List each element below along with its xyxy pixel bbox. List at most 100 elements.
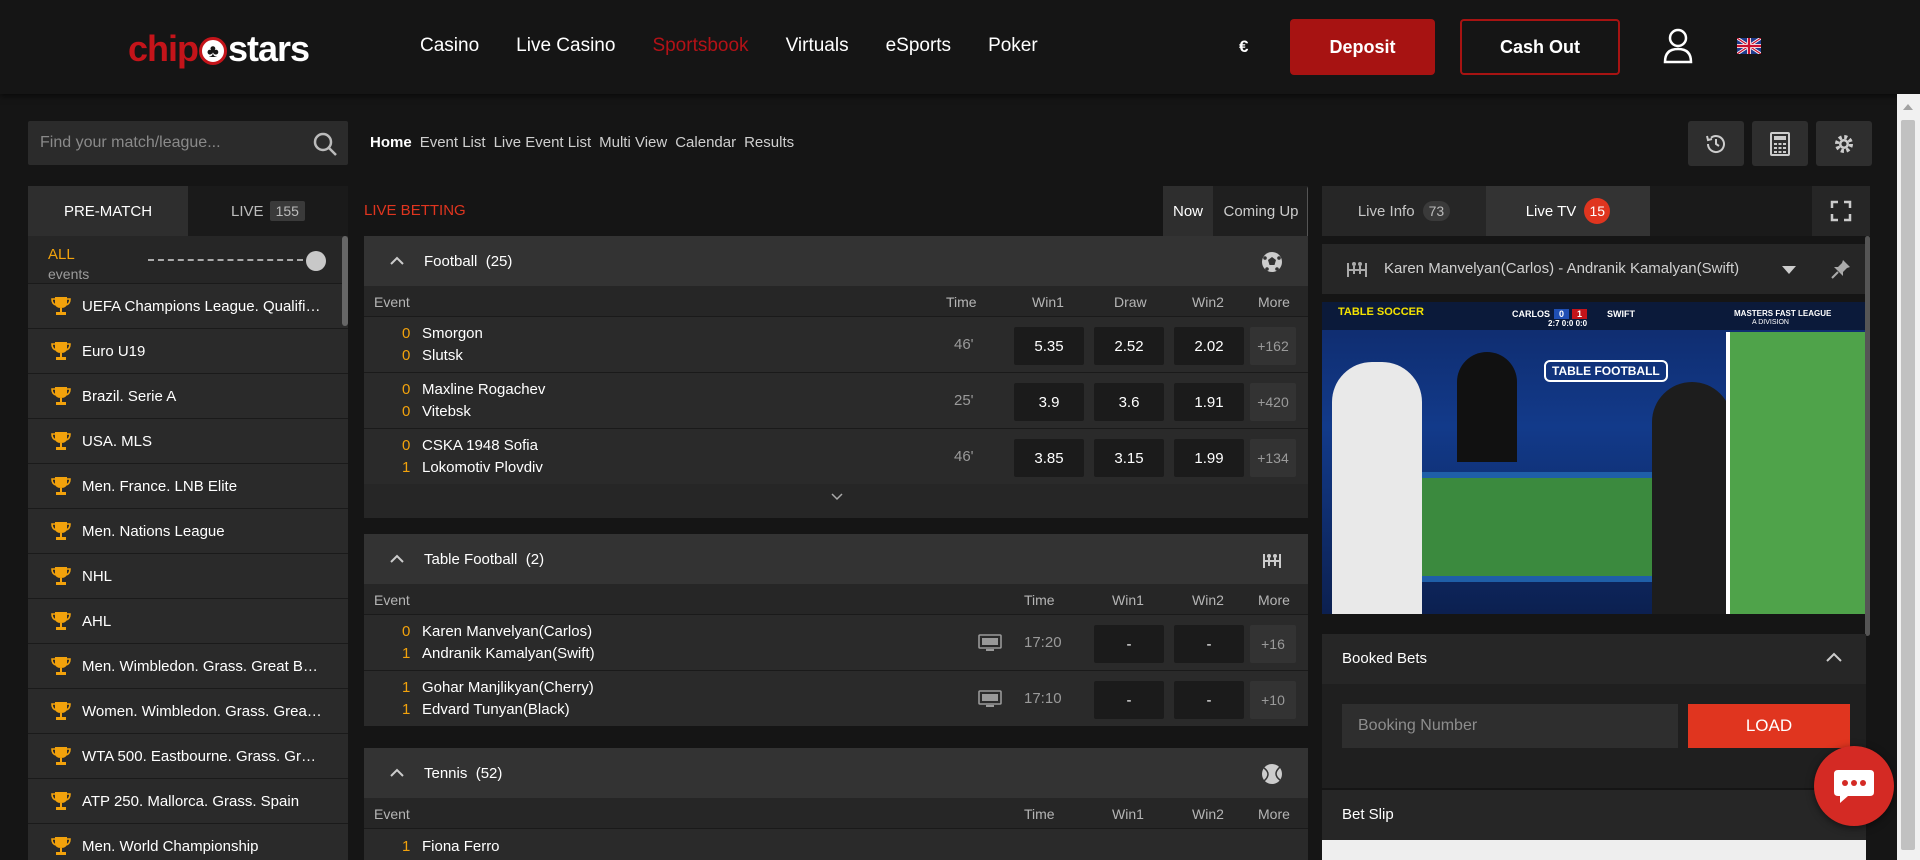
tab-live-info[interactable]: Live Info 73: [1322, 186, 1486, 236]
team-away[interactable]: Vitebsk: [422, 403, 471, 420]
table-row[interactable]: 1 Gohar Manjlikyan(Cherry) 1 Edvard Tunyan(…: [364, 670, 1308, 726]
subnav-live-event-list[interactable]: Live Event List: [494, 134, 592, 151]
search-input[interactable]: [28, 121, 298, 165]
more-markets-button[interactable]: +16: [1250, 625, 1296, 663]
bet-slip-header[interactable]: Bet Slip: [1322, 790, 1866, 840]
table-row[interactable]: 0 CSKA 1948 Sofia 1 Lokomotiv Plovdiv 46' 3.8…: [364, 428, 1308, 484]
nav-virtuals[interactable]: Virtuals: [786, 35, 849, 57]
scroll-up-arrow-icon[interactable]: [1903, 104, 1913, 110]
history-button[interactable]: [1688, 121, 1744, 166]
chipstars-logo[interactable]: chip stars: [128, 28, 310, 70]
table-row[interactable]: 0 Karen Manvelyan(Carlos) 1 Andranik Kamaly…: [364, 614, 1308, 670]
pin-icon[interactable]: [1830, 258, 1852, 280]
subnav-event-list[interactable]: Event List: [420, 134, 486, 151]
league-item[interactable]: Men. Nations League: [28, 509, 348, 554]
odd-win1-button[interactable]: -: [1094, 681, 1164, 719]
odd-draw-button[interactable]: 3.15: [1094, 439, 1164, 477]
more-markets-button[interactable]: +420: [1250, 383, 1296, 421]
league-item[interactable]: NHL: [28, 554, 348, 599]
tab-now[interactable]: Now: [1163, 186, 1213, 236]
subnav-results[interactable]: Results: [744, 134, 794, 151]
settings-button[interactable]: [1816, 121, 1872, 166]
league-item[interactable]: AHL: [28, 599, 348, 644]
sidebar-scrollbar[interactable]: [342, 236, 348, 326]
page-scroll-thumb[interactable]: [1901, 120, 1915, 850]
league-item[interactable]: Euro U19: [28, 329, 348, 374]
tab-live[interactable]: LIVE 155: [188, 186, 348, 236]
search-icon[interactable]: [312, 131, 338, 157]
subnav-calendar[interactable]: Calendar: [675, 134, 736, 151]
chevron-up-icon[interactable]: [390, 766, 404, 780]
odd-win2-button[interactable]: -: [1174, 625, 1244, 663]
more-markets-button[interactable]: +162: [1250, 327, 1296, 365]
tab-pre-match[interactable]: PRE-MATCH: [28, 186, 188, 236]
booked-bets-header[interactable]: Booked Bets: [1322, 634, 1866, 684]
table-row[interactable]: 1 Fiona Ferro: [364, 828, 1308, 860]
chat-button[interactable]: [1814, 746, 1894, 826]
tab-live-tv[interactable]: Live TV 15: [1486, 186, 1650, 236]
team-home[interactable]: CSKA 1948 Sofia: [422, 437, 538, 454]
currency-selector[interactable]: €: [1239, 37, 1248, 57]
team-home[interactable]: Smorgon: [422, 325, 483, 342]
odd-win1-button[interactable]: 3.9: [1014, 383, 1084, 421]
live-video-stream[interactable]: TABLE SOCCER CARLOS 0 1 SWIFT 2:7 0:0 0:…: [1322, 302, 1866, 614]
chevron-up-icon[interactable]: [390, 552, 404, 566]
odd-win2-button[interactable]: -: [1174, 681, 1244, 719]
subnav-home[interactable]: Home: [370, 134, 412, 151]
league-item[interactable]: Men. World Championship: [28, 824, 348, 860]
team-away[interactable]: Andranik Kamalyan(Swift): [422, 645, 595, 662]
nav-esports[interactable]: eSports: [886, 35, 951, 57]
table-football-header[interactable]: Table Football (2): [364, 534, 1308, 584]
team-home[interactable]: Gohar Manjlikyan(Cherry): [422, 679, 594, 696]
table-row[interactable]: 0 Smorgon 0 Slutsk 46' 5.35 2.52 2.02 +162: [364, 316, 1308, 372]
table-row[interactable]: 0 Maxline Rogachev 0 Vitebsk 25' 3.9 3.6 1.91 +4…: [364, 372, 1308, 428]
user-account-icon[interactable]: [1662, 28, 1694, 64]
league-item[interactable]: USA. MLS: [28, 419, 348, 464]
nav-casino[interactable]: Casino: [420, 35, 479, 57]
nav-poker[interactable]: Poker: [988, 35, 1038, 57]
match-dropdown[interactable]: Karen Manvelyan(Carlos) - Andranik Kamal…: [1322, 244, 1870, 294]
odd-win1-button[interactable]: 5.35: [1014, 327, 1084, 365]
league-item[interactable]: WTA 500. Eastbourne. Grass. Great Britai…: [28, 734, 348, 779]
team-home[interactable]: Karen Manvelyan(Carlos): [422, 623, 592, 640]
league-item[interactable]: Men. Wimbledon. Grass. Great Britain: [28, 644, 348, 689]
chevron-up-icon[interactable]: [1826, 652, 1842, 662]
booking-number-input[interactable]: [1342, 704, 1678, 748]
live-tv-icon[interactable]: [978, 690, 1002, 708]
odd-win2-button[interactable]: 1.99: [1174, 439, 1244, 477]
team-away[interactable]: Slutsk: [422, 347, 463, 364]
football-header[interactable]: Football (25): [364, 236, 1308, 286]
odd-draw-button[interactable]: 2.52: [1094, 327, 1164, 365]
odd-win1-button[interactable]: -: [1094, 625, 1164, 663]
uk-flag-icon[interactable]: [1737, 38, 1761, 54]
deposit-button[interactable]: Deposit: [1290, 19, 1435, 75]
team-away[interactable]: Lokomotiv Plovdiv: [422, 459, 543, 476]
tab-coming-up[interactable]: Coming Up: [1213, 186, 1308, 236]
odd-win2-button[interactable]: 1.91: [1174, 383, 1244, 421]
league-item[interactable]: Men. France. LNB Elite: [28, 464, 348, 509]
time-filter-slider[interactable]: [148, 259, 303, 261]
load-button[interactable]: LOAD: [1688, 704, 1850, 748]
live-tv-icon[interactable]: [978, 634, 1002, 652]
cash-out-button[interactable]: Cash Out: [1460, 19, 1620, 75]
slider-handle[interactable]: [306, 251, 326, 271]
nav-live-casino[interactable]: Live Casino: [516, 35, 615, 57]
more-markets-button[interactable]: +10: [1250, 681, 1296, 719]
odd-win1-button[interactable]: 3.85: [1014, 439, 1084, 477]
chevron-up-icon[interactable]: [390, 254, 404, 268]
odd-draw-button[interactable]: 3.6: [1094, 383, 1164, 421]
odd-win2-button[interactable]: 2.02: [1174, 327, 1244, 365]
team-away[interactable]: Edvard Tunyan(Black): [422, 701, 570, 718]
subnav-multi-view[interactable]: Multi View: [599, 134, 667, 151]
nav-sportsbook[interactable]: Sportsbook: [652, 35, 748, 57]
more-markets-button[interactable]: +134: [1250, 439, 1296, 477]
league-item[interactable]: ATP 250. Mallorca. Grass. Spain: [28, 779, 348, 824]
league-item[interactable]: Brazil. Serie A: [28, 374, 348, 419]
chevron-down-icon[interactable]: [1782, 266, 1796, 274]
chevron-down-icon[interactable]: [830, 492, 844, 502]
right-scrollbar[interactable]: [1865, 236, 1870, 636]
league-item[interactable]: Women. Wimbledon. Grass. Great Britain: [28, 689, 348, 734]
show-more-row[interactable]: [364, 484, 1308, 512]
team-home[interactable]: Maxline Rogachev: [422, 381, 545, 398]
fullscreen-button[interactable]: [1812, 186, 1870, 236]
